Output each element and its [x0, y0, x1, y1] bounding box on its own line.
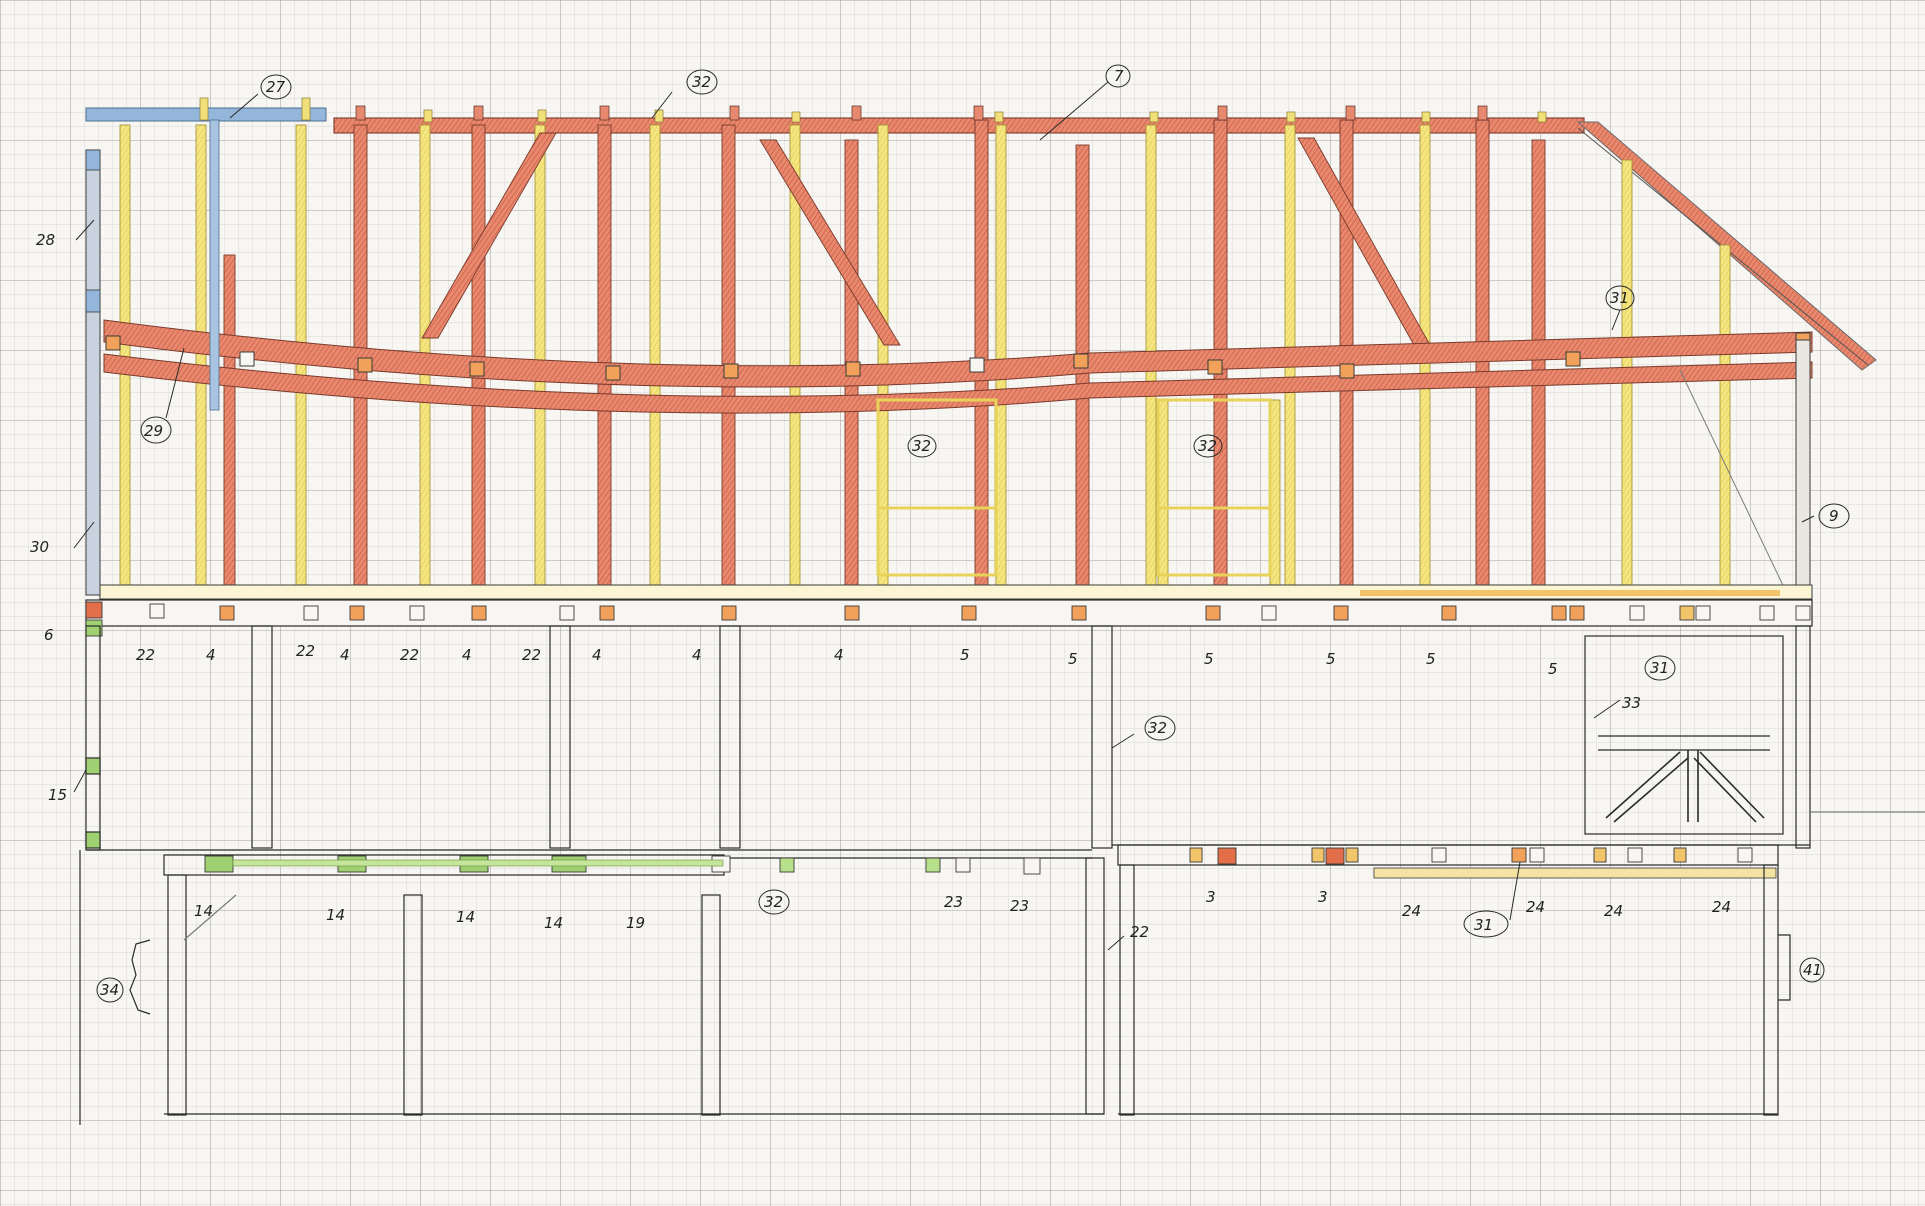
label-15: 15 — [48, 786, 67, 804]
label-4-b: 4 — [340, 646, 350, 664]
label-22-low: 22 — [1130, 923, 1149, 941]
label-22-d: 22 — [522, 646, 541, 664]
label-5-a: 5 — [960, 646, 970, 664]
label-33: 33 — [1622, 694, 1641, 712]
label-31-low: 31 — [1474, 916, 1493, 934]
blue-post — [209, 119, 220, 411]
right-corner-post — [1795, 339, 1811, 601]
label-31-mid: 31 — [1650, 659, 1669, 677]
label-32-low: 32 — [764, 893, 783, 911]
label-14-b: 14 — [326, 906, 345, 924]
label-5-f: 5 — [1548, 660, 1558, 678]
timber-frame-elevation-drawing: 27 32 7 28 29 31 32 32 30 9 6 22 4 22 4 … — [0, 0, 1925, 1206]
label-27: 27 — [266, 78, 286, 96]
label-6: 6 — [44, 626, 54, 644]
label-31-right: 31 — [1610, 289, 1629, 307]
label-7: 7 — [1114, 67, 1124, 85]
label-5-d: 5 — [1326, 650, 1336, 668]
label-22-b: 22 — [296, 642, 315, 660]
label-5-c: 5 — [1204, 650, 1214, 668]
label-32-window-b: 32 — [1198, 437, 1217, 455]
label-22-a: 22 — [136, 646, 155, 664]
label-14-d: 14 — [544, 914, 563, 932]
label-5-e: 5 — [1426, 650, 1436, 668]
label-4-d: 4 — [592, 646, 602, 664]
label-41: 41 — [1803, 961, 1822, 979]
label-32-lower: 32 — [1148, 719, 1167, 737]
left-corner-post — [85, 149, 101, 596]
label-14-a: 14 — [194, 902, 213, 920]
label-24-a: 24 — [1402, 902, 1421, 920]
label-32-top: 32 — [692, 73, 711, 91]
label-19: 19 — [626, 914, 645, 932]
label-4-a: 4 — [206, 646, 216, 664]
label-3-b: 3 — [1318, 888, 1328, 906]
label-32-window-a: 32 — [912, 437, 931, 455]
label-23-b: 23 — [1010, 897, 1029, 915]
label-24-b: 24 — [1526, 898, 1545, 916]
label-23-a: 23 — [944, 893, 963, 911]
label-28: 28 — [36, 231, 55, 249]
label-4-e: 4 — [692, 646, 702, 664]
label-4-c: 4 — [462, 646, 472, 664]
label-24-c: 24 — [1604, 902, 1623, 920]
label-29: 29 — [144, 422, 163, 440]
label-30: 30 — [30, 538, 49, 556]
label-34: 34 — [100, 981, 119, 999]
label-3-a: 3 — [1206, 888, 1216, 906]
label-22-c: 22 — [400, 646, 419, 664]
label-5-b: 5 — [1068, 650, 1078, 668]
red-top-plate — [333, 117, 1585, 134]
label-9: 9 — [1829, 507, 1839, 525]
label-4-f: 4 — [834, 646, 844, 664]
label-14-c: 14 — [456, 908, 475, 926]
label-24-d: 24 — [1712, 898, 1731, 916]
